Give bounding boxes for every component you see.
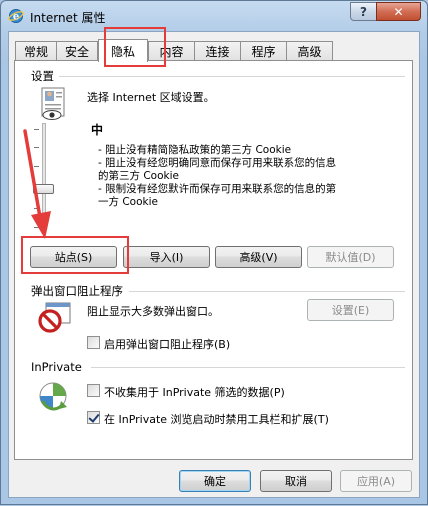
apply-button[interactable]: 应用(A) [340,470,412,492]
slider-tick [34,208,39,209]
popup-blocker-description: 阻止显示大多数弹出窗口。 [87,305,219,318]
cancel-button[interactable]: 取消 [260,470,332,492]
popup-divider [129,291,405,292]
inprivate-disable-toolbars-label: 在 InPrivate 浏览启动时禁用工具栏和扩展(T) [104,413,329,426]
advanced-button[interactable]: 高级(V) [215,246,302,268]
settings-divider [59,76,405,77]
inprivate-divider [91,367,405,368]
slider-tick [34,147,39,148]
inprivate-filtering-label: 不收集用于 InPrivate 筛选的数据(P) [104,386,285,399]
inprivate-icon [39,382,67,411]
sites-button[interactable]: 站点(S) [30,246,117,268]
tab-privacy[interactable]: 隐私 [98,39,148,62]
tab-general[interactable]: 常规 [15,41,57,61]
tab-content[interactable]: 内容 [148,41,195,61]
svg-text:e: e [13,12,19,23]
help-button[interactable]: ? [350,2,377,21]
ok-button[interactable]: 确定 [179,470,251,492]
settings-heading: 设置 [31,69,54,83]
internet-options-window: e Internet 属性 ? ✕ 常规 安全 隐私 内容 连接 程序 高级 设… [0,0,428,505]
tab-advanced[interactable]: 高级 [286,41,333,61]
popup-blocker-heading: 弹出窗口阻止程序 [31,284,123,298]
level-description-line: 一方 Cookie [98,196,158,208]
tab-strip: 常规 安全 隐私 内容 连接 程序 高级 [11,39,411,62]
tab-security[interactable]: 安全 [56,41,98,61]
title-bar[interactable]: e Internet 属性 ? ✕ [1,1,427,31]
close-button[interactable]: ✕ [376,2,421,21]
popup-settings-button[interactable]: 设置(E) [307,299,394,321]
zone-prompt: 选择 Internet 区域设置。 [87,91,215,104]
tab-programs[interactable]: 程序 [240,41,287,61]
import-button[interactable]: 导入(I) [123,246,210,268]
privacy-document-icon [41,87,65,120]
window-title: Internet 属性 [30,11,106,25]
default-button[interactable]: 默认值(D) [307,246,394,268]
slider-tick [34,227,39,228]
privacy-level-slider-thumb[interactable] [33,184,54,194]
popup-blocker-icon [38,302,71,333]
privacy-level-slider-track[interactable] [42,123,46,231]
inprivate-heading: InPrivate [31,360,82,374]
close-icon: ✕ [393,4,404,19]
enable-popup-blocker-label: 启用弹出窗口阻止程序(B) [104,338,231,351]
enable-popup-blocker-checkbox[interactable] [87,336,100,349]
help-icon: ? [360,4,367,19]
inprivate-filtering-checkbox[interactable] [87,384,100,397]
internet-explorer-icon: e [8,9,24,23]
tab-connections[interactable]: 连接 [194,41,241,61]
slider-tick [34,129,39,130]
slider-tick [34,166,39,167]
inprivate-disable-toolbars-checkbox[interactable] [87,411,100,424]
privacy-level-name: 中 [91,123,104,137]
